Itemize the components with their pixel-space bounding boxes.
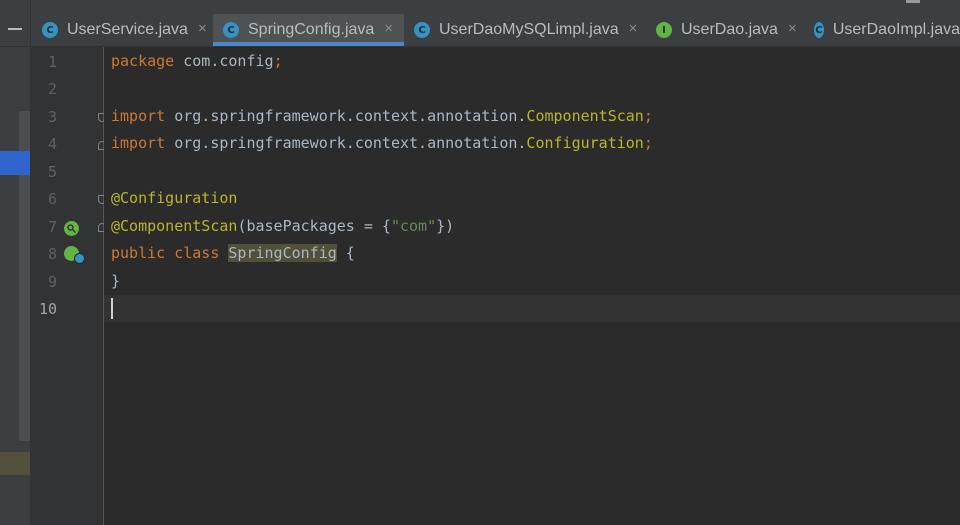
class-icon: C: [814, 22, 824, 38]
code-line-1: package com.config;: [111, 52, 283, 70]
class-name-highlight: SpringConfig: [228, 244, 337, 262]
class-icon: C: [414, 22, 430, 38]
close-icon[interactable]: ×: [384, 20, 393, 37]
tab-label: UserDao.java: [681, 21, 778, 38]
navigate-icon: [74, 253, 85, 264]
editor-tab-bar: C UserService.java × C SpringConfig.java…: [0, 0, 960, 47]
spring-bean-icon[interactable]: [64, 246, 85, 264]
line-number: 8: [47, 245, 57, 263]
close-icon[interactable]: ×: [629, 20, 638, 37]
left-tool-strip: [0, 47, 30, 525]
current-line-highlight: [104, 295, 960, 322]
line-number: 3: [47, 108, 57, 126]
selected-tree-item[interactable]: [0, 151, 30, 175]
tab-label: SpringConfig.java: [248, 21, 375, 38]
line-number-gutter: 1 2 3 4 5 6 7 8 9 10: [30, 47, 106, 525]
window-minimize-icon[interactable]: [906, 0, 920, 3]
collapse-panel-button[interactable]: [0, 0, 31, 46]
code-line-4: import org.springframework.context.annot…: [111, 134, 653, 152]
code-line-8: public class SpringConfig {: [111, 244, 355, 262]
line-number: 1: [47, 53, 57, 71]
close-icon[interactable]: ×: [788, 20, 797, 37]
active-tab-indicator: [213, 42, 404, 46]
line-number: 5: [47, 163, 57, 181]
minus-icon: [8, 28, 22, 30]
code-line-7: @ComponentScan(basePackages = {"com"}): [111, 217, 455, 235]
code-line-3: import org.springframework.context.annot…: [111, 107, 653, 125]
code-line-9: }: [111, 272, 121, 290]
tab-label: UserService.java: [67, 21, 188, 38]
tab-springconfig[interactable]: C SpringConfig.java ×: [213, 14, 404, 46]
line-number: 2: [47, 80, 57, 98]
line-number-current: 10: [38, 300, 57, 318]
close-icon[interactable]: ×: [198, 20, 207, 37]
highlighted-tree-item[interactable]: [0, 452, 30, 475]
text-caret: [111, 298, 113, 319]
interface-icon: I: [656, 22, 672, 38]
line-number: 6: [47, 190, 57, 208]
tab-label: UserDaoImpl.java: [832, 21, 960, 38]
line-number: 9: [47, 273, 57, 291]
code-editor[interactable]: package com.config; import org.springfra…: [104, 47, 960, 525]
tab-userdao[interactable]: I UserDao.java ×: [656, 14, 797, 46]
spring-bean-scan-icon[interactable]: [64, 221, 79, 236]
class-icon: C: [223, 22, 239, 38]
line-number: 4: [47, 135, 57, 153]
tab-label: UserDaoMySQLimpl.java: [439, 21, 619, 38]
class-icon: C: [42, 22, 58, 38]
tab-userdaoimpl[interactable]: C UserDaoImpl.java: [814, 14, 960, 46]
tab-userdaomysqlimpl[interactable]: C UserDaoMySQLimpl.java ×: [414, 14, 637, 46]
tab-userservice[interactable]: C UserService.java ×: [42, 14, 207, 46]
line-number: 7: [47, 218, 57, 236]
code-line-6: @Configuration: [111, 189, 238, 207]
